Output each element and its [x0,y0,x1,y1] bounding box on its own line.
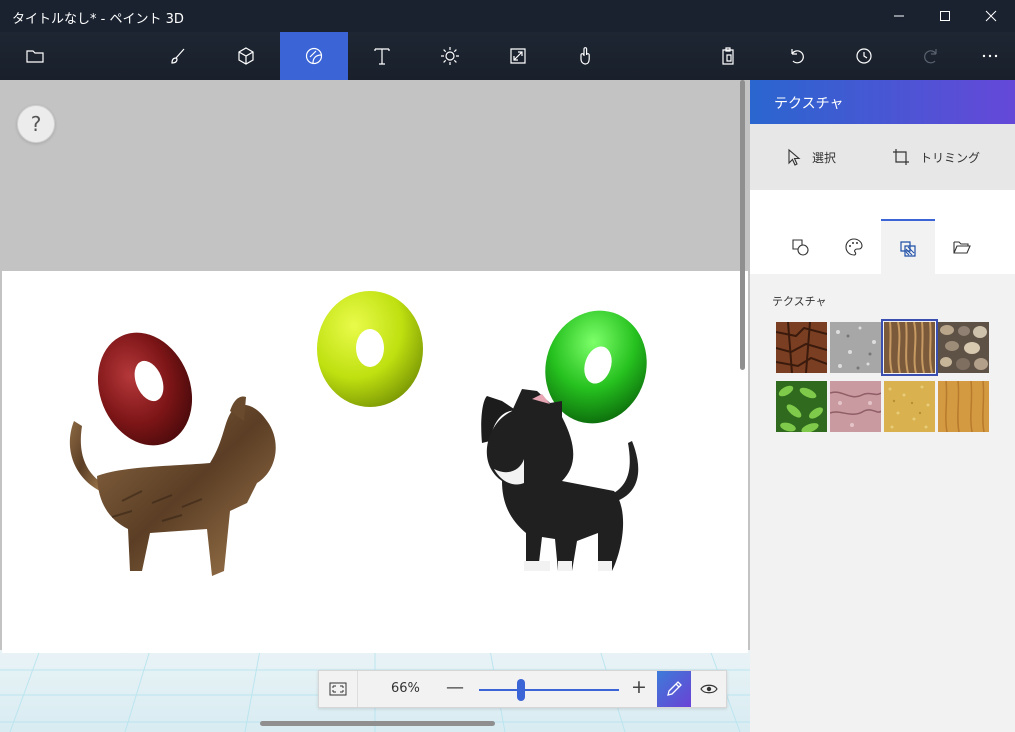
cursor-icon [788,148,801,166]
history-icon [856,48,872,64]
pencil-icon [667,681,682,696]
workspace[interactable]: ? 66% — + [0,80,750,732]
texture-hair[interactable] [881,319,938,376]
close-icon [985,10,997,22]
eye-icon [699,684,718,694]
tab-textures[interactable] [881,219,935,276]
stickers-tool[interactable] [280,32,348,80]
selection-row: 選択 トリミング [750,124,1015,190]
brush-icon [171,48,185,64]
cube-icon [238,47,254,65]
panel-header: テクスチャ [750,80,1015,124]
texture-icon [900,240,916,257]
side-panel: テクスチャ 選択 トリミング テクスチャ [750,80,1015,732]
texture-wood[interactable] [938,381,989,432]
crop-icon [893,149,909,165]
minimize-icon [894,15,904,17]
zoom-in-button[interactable]: + [631,676,647,698]
folder-icon [26,50,44,63]
textures-section-label: テクスチャ [772,295,827,308]
paste-button[interactable] [694,32,762,80]
main-toolbar [0,32,1015,80]
hand-icon [580,47,590,65]
yellow-torus[interactable] [317,291,423,407]
resize-icon [510,48,526,64]
palette-icon [845,238,863,256]
undo-icon [791,49,804,64]
window-title: タイトルなし* - ペイント 3D [12,12,184,27]
canvas-tool[interactable] [484,32,552,80]
history-button[interactable] [830,32,898,80]
text-icon [374,48,390,65]
red-torus[interactable] [82,318,209,459]
texture-granite[interactable] [830,322,881,373]
select-button[interactable]: 選択 [786,144,836,170]
drawing-canvas[interactable] [2,271,748,653]
texture-pebbles[interactable] [938,322,989,373]
tab-stickers[interactable] [827,220,881,274]
minimize-button[interactable] [876,0,922,32]
more-icon [982,54,998,58]
folder-icon [953,241,971,254]
close-button[interactable] [968,0,1014,32]
zoom-slider-track[interactable] [479,689,619,691]
zoom-slider-thumb[interactable] [517,679,525,701]
help-button[interactable]: ? [17,105,55,143]
select-label: 選択 [812,150,837,165]
sun-icon [441,47,459,65]
fit-to-screen-button[interactable] [319,671,358,707]
sticker-tabs [750,190,1015,276]
paste-icon [722,47,734,65]
texture-leaves[interactable] [776,381,827,432]
texture-sand[interactable] [884,381,935,432]
sticker-icon [305,47,323,65]
more-button[interactable] [956,32,1015,80]
3d-shapes-tool[interactable] [212,32,280,80]
fit-screen-icon [329,682,347,696]
undo-button[interactable] [762,32,830,80]
shapes-icon [792,239,809,256]
maximize-icon [940,11,950,21]
menu-button[interactable] [1,32,69,80]
panel-title: テクスチャ [774,96,844,112]
text-tool[interactable] [348,32,416,80]
redo-icon [924,49,937,64]
crop-label: トリミング [920,150,981,165]
title-bar: タイトルなし* - ペイント 3D [0,0,1015,32]
tab-custom[interactable] [935,220,989,274]
tab-shapes[interactable] [773,220,827,274]
pen-mode-button[interactable] [657,671,691,707]
zoom-out-button[interactable]: — [446,677,464,698]
effects-tool[interactable] [416,32,484,80]
scene [69,291,647,576]
texture-bark[interactable] [776,322,827,373]
help-label: ? [30,112,42,136]
vertical-scrollbar[interactable] [740,80,745,370]
mixed-reality-tool[interactable] [552,32,620,80]
maximize-button[interactable] [922,0,968,32]
zoom-level: 66% [391,681,420,696]
brushes-tool[interactable] [144,32,212,80]
zoom-bar: 66% — + [318,670,727,708]
view-3d-button[interactable] [691,671,726,707]
horizontal-scrollbar[interactable] [260,721,495,726]
texture-marble[interactable] [830,381,881,432]
crop-button[interactable]: トリミング [892,144,980,170]
